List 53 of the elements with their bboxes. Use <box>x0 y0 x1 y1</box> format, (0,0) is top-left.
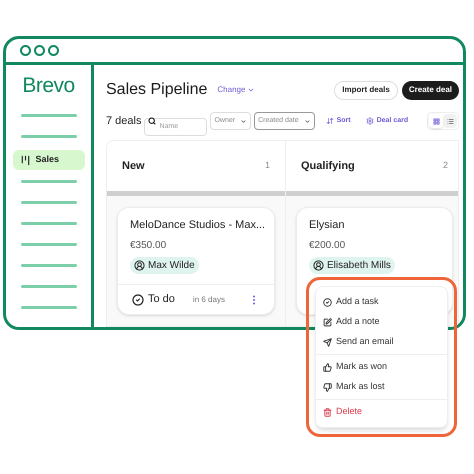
menu-item[interactable]: Mark as lost <box>316 377 447 397</box>
check-circle-icon <box>323 298 332 306</box>
chevron-down-icon <box>304 118 311 124</box>
column-title: Qualifying <box>301 158 355 174</box>
menu-item[interactable]: Add a note <box>316 312 447 332</box>
import-deals-button[interactable]: Import deals <box>334 80 398 100</box>
sort-icon <box>326 117 334 125</box>
check-circle-icon <box>132 294 144 306</box>
deal-card[interactable]: MeloDance Studios - Max... €350.00 Max Wilde To do in 6 days <box>117 207 275 315</box>
menu-item[interactable]: Delete <box>316 402 447 422</box>
placeholder-line <box>20 264 76 268</box>
user-icon <box>134 260 145 270</box>
task-label: To do <box>148 292 175 308</box>
change-dropdown[interactable]: Change <box>217 84 256 96</box>
chevron-down-icon <box>240 118 248 124</box>
menu-item[interactable]: Mark as won <box>316 357 447 377</box>
deal-amount: €200.00 <box>309 238 346 252</box>
sidebar-item[interactable]: Sales <box>12 150 84 170</box>
column-title: New <box>122 158 145 174</box>
placeholder-line <box>20 134 76 138</box>
create-deal-button[interactable]: Create deal <box>402 80 459 100</box>
owner-tag: Elisabeth Mills <box>309 256 395 274</box>
board-icon <box>20 154 30 166</box>
placeholder-line <box>20 201 76 204</box>
search-icon <box>148 117 156 125</box>
placeholder-line <box>20 180 76 184</box>
column-count: 2 <box>442 159 448 172</box>
owner-tag: Max Wilde <box>130 256 199 274</box>
edit-icon <box>323 318 332 326</box>
board-view-icon[interactable] <box>429 114 443 128</box>
placeholder-line <box>20 222 76 226</box>
trash-icon <box>323 408 332 416</box>
placeholder-line <box>20 285 76 288</box>
brand-logo: Brevo <box>22 75 75 96</box>
settings-icon <box>366 117 374 125</box>
thumbs-up-icon <box>323 362 332 372</box>
page-title: Sales Pipeline <box>106 80 208 100</box>
list-view-icon[interactable] <box>443 114 457 128</box>
placeholder-line <box>20 114 76 117</box>
deal-count: 7 deals <box>106 114 142 129</box>
placeholder-line <box>20 306 76 309</box>
thumbs-down-icon <box>323 382 332 392</box>
deal-title: Elysian <box>309 218 344 233</box>
column-count: 1 <box>264 159 270 172</box>
due-label: in 6 days <box>192 294 225 306</box>
placeholder-line <box>20 243 76 246</box>
deal-amount: €350.00 <box>130 238 166 252</box>
send-icon <box>323 338 332 346</box>
menu-item[interactable]: Send an email <box>316 332 447 352</box>
menu-item[interactable]: Add a task <box>316 292 447 312</box>
user-icon <box>313 260 324 270</box>
chevron-down-icon <box>247 86 256 94</box>
deal-title: MeloDance Studios - Max... <box>130 218 266 233</box>
